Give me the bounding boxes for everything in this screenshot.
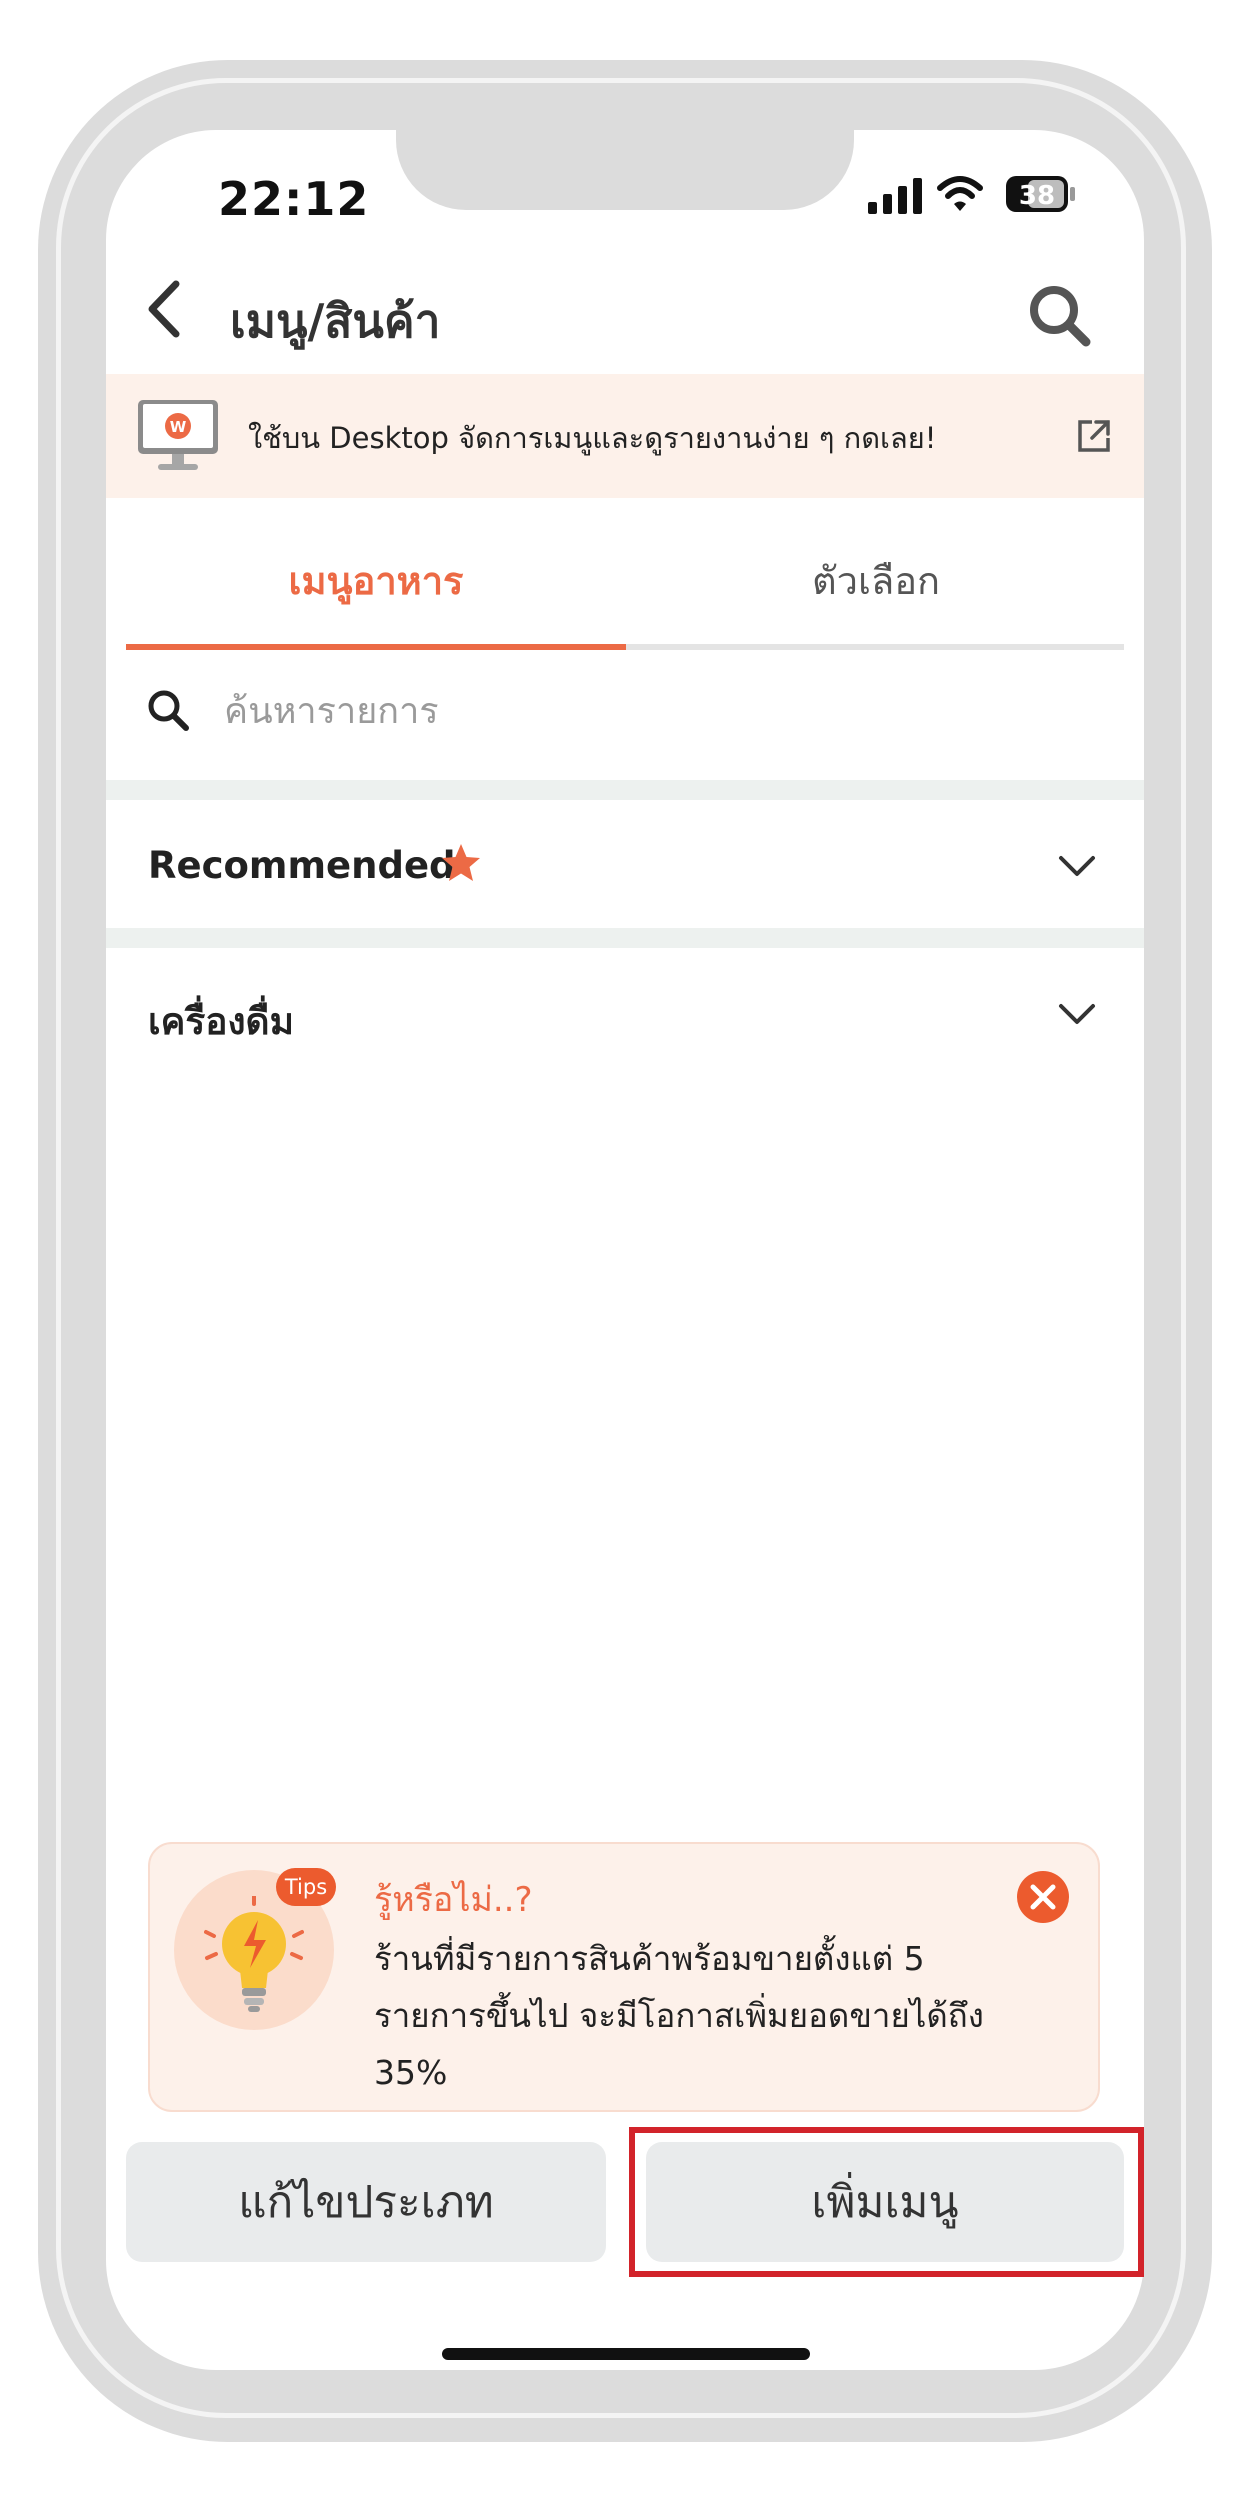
- category-label: Recommended: [148, 844, 456, 887]
- star-icon: [442, 844, 480, 881]
- tab-food-menu[interactable]: เมนูอาหาร: [126, 550, 626, 611]
- wifi-icon: [937, 176, 983, 211]
- battery-level: 38: [1019, 181, 1055, 211]
- search-icon[interactable]: [1026, 282, 1092, 348]
- home-indicator: [442, 2348, 810, 2360]
- signal-icon: [868, 178, 922, 214]
- chevron-down-icon[interactable]: [1058, 854, 1096, 878]
- close-icon[interactable]: [1016, 1870, 1070, 1924]
- category-label: เครื่องดื่ม: [148, 1000, 294, 1043]
- tab-options[interactable]: ตัวเลือก: [626, 550, 1126, 611]
- back-arrow-icon[interactable]: [142, 278, 186, 340]
- banner-text[interactable]: ใช้บน Desktop จัดการเมนูและดูรายงานง่าย …: [248, 415, 936, 461]
- external-link-icon[interactable]: [1076, 418, 1112, 454]
- search-input[interactable]: [222, 678, 1086, 744]
- edit-category-button[interactable]: แก้ไขประเภท: [126, 2142, 606, 2262]
- lightbulb-icon: [204, 1896, 304, 2012]
- banner-logo-letter: W: [170, 418, 187, 436]
- tips-body: ร้านที่มีรายการสินค้าพร้อมขายตั้งแต่ 5 ร…: [374, 1930, 1014, 2101]
- tips-line: ร้านที่มีรายการสินค้าพร้อมขายตั้งแต่ 5: [374, 1939, 925, 1978]
- phone-screen: 22:12 38 เมนู/สินค้า W ใช้บน Desktop จัด…: [106, 130, 1144, 2370]
- separator: [106, 780, 1144, 800]
- tips-title: รู้หรือไม่..?: [374, 1880, 533, 1920]
- tips-badge: Tips: [276, 1868, 336, 1906]
- tips-line: รายการขึ้นไป จะมีโอกาสเพิ่มยอดขายได้ถึง: [374, 1996, 984, 2035]
- page-title: เมนู/สินค้า: [230, 294, 441, 348]
- separator: [106, 928, 1144, 948]
- status-time: 22:12: [218, 172, 370, 226]
- chevron-down-icon[interactable]: [1058, 1002, 1096, 1026]
- search-field-icon: [148, 690, 189, 731]
- tips-line: 35%: [374, 2053, 448, 2092]
- tab-active-indicator: [126, 644, 626, 650]
- notch: [396, 130, 854, 210]
- battery-icon: 38: [1006, 176, 1075, 212]
- highlight-box: [629, 2127, 1144, 2277]
- desktop-monitor-icon: W: [138, 400, 218, 470]
